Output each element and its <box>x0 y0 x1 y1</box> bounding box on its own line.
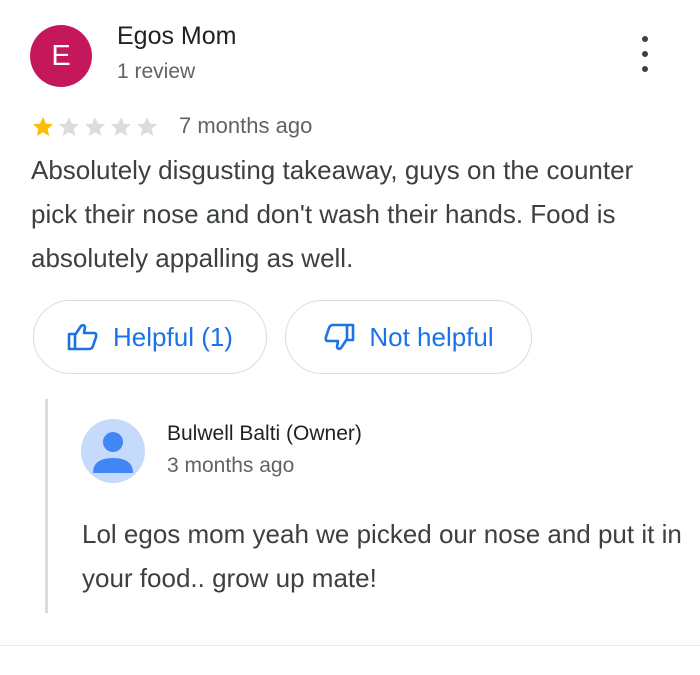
not-helpful-label: Not helpful <box>369 321 494 352</box>
reply-divider-line <box>45 399 48 613</box>
owner-name: Bulwell Balti (Owner) <box>167 422 362 445</box>
star-empty-icon <box>111 117 131 136</box>
review-text: Absolutely disgusting takeaway, guys on … <box>31 155 634 273</box>
more-dot <box>642 66 648 72</box>
reply-text: Lol egos mom yeah we picked our nose and… <box>82 519 682 593</box>
star-empty-icon <box>85 117 105 136</box>
reply-time: 3 months ago <box>167 454 295 477</box>
star-filled-icon <box>33 117 53 136</box>
reviewer-review-count: 1 review <box>117 60 196 83</box>
section-divider <box>0 645 700 646</box>
star-empty-icon <box>137 117 157 136</box>
thumbs-down-icon <box>324 323 355 351</box>
helpful-button[interactable]: Helpful (1) <box>33 300 267 374</box>
thumbs-up-icon <box>67 323 98 351</box>
more-dot <box>642 36 648 42</box>
reviewer-name[interactable]: Egos Mom <box>117 22 236 51</box>
person-icon <box>93 432 133 473</box>
reviewer-initial: E <box>51 39 71 72</box>
star-empty-icon <box>59 117 79 136</box>
helpful-label: Helpful (1) <box>113 321 233 352</box>
reviewer-avatar[interactable]: E <box>30 25 92 87</box>
owner-avatar <box>81 419 145 483</box>
more-options-icon[interactable] <box>630 36 660 72</box>
not-helpful-button[interactable]: Not helpful <box>285 300 532 374</box>
review-time: 7 months ago <box>179 113 313 138</box>
more-dot <box>642 51 648 57</box>
star-rating <box>31 115 159 139</box>
